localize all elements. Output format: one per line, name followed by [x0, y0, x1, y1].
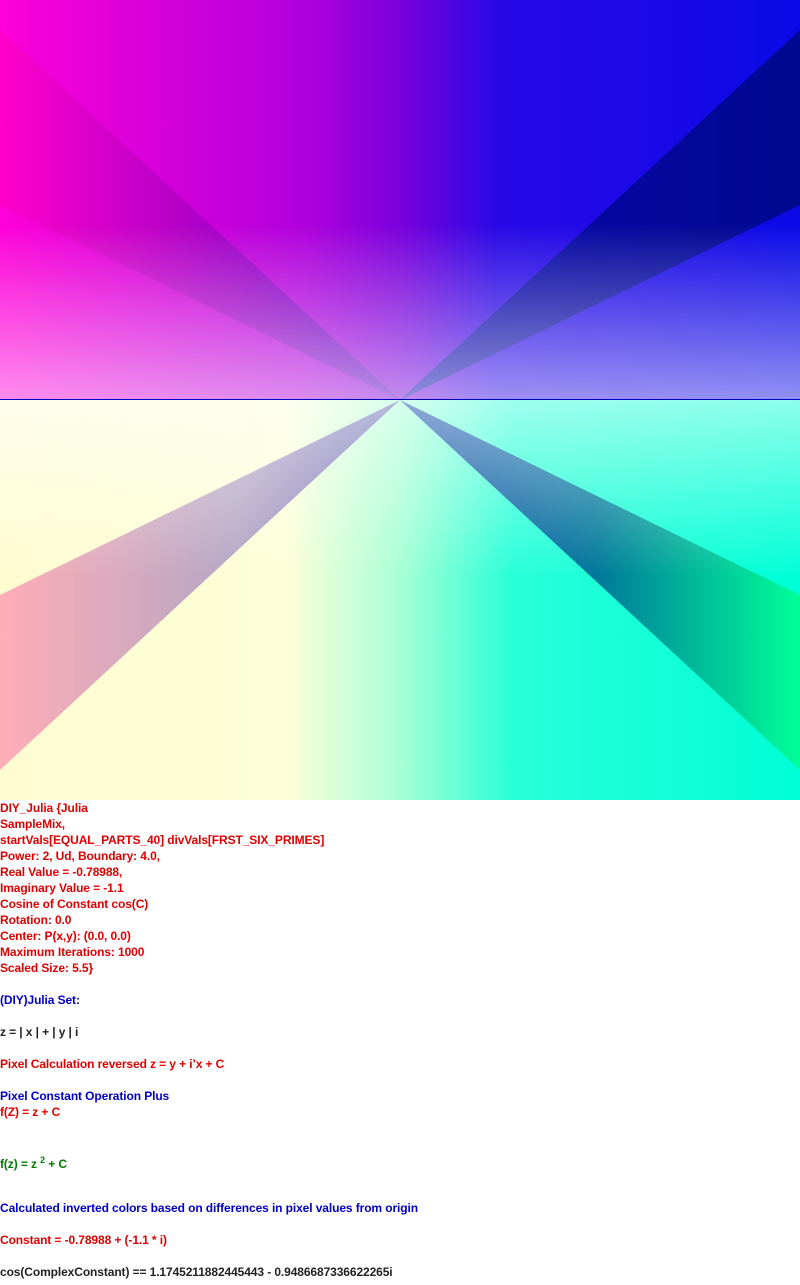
pixel-calculation: Pixel Calculation reversed z = y + i’x +… [0, 1057, 225, 1071]
info-title: DIY_Julia {Julia [0, 801, 88, 815]
info-imag: Imaginary Value = -1.1 [0, 881, 124, 895]
fz2-prefix: f(z) = z [0, 1157, 41, 1171]
info-panel: DIY_Julia {Julia SampleMix, startVals[EQ… [0, 800, 800, 1280]
info-vals: startVals[EQUAL_PARTS_40] divVals[FRST_S… [0, 833, 325, 847]
info-rotation: Rotation: 0.0 [0, 913, 72, 927]
info-scaled-size: Scaled Size: 5.5} [0, 961, 94, 975]
pixel-operation: Pixel Constant Operation Plus [0, 1089, 170, 1103]
info-sample: SampleMix, [0, 817, 66, 831]
fz2-suffix: + C [45, 1157, 67, 1171]
constant-line: Constant = -0.78988 + (-1.1 * i) [0, 1233, 167, 1247]
fz-squared-formula: f(z) = z 2 + C [0, 1155, 800, 1172]
colors-note: Calculated inverted colors based on diff… [0, 1201, 418, 1215]
cos-result: cos(ComplexConstant) == 1.17452118824454… [0, 1265, 393, 1279]
info-cosine: Cosine of Constant cos(C) [0, 897, 149, 911]
info-center: Center: P(x,y): (0.0, 0.0) [0, 929, 131, 943]
info-max-iterations: Maximum Iterations: 1000 [0, 945, 145, 959]
info-power: Power: 2, Ud, Boundary: 4.0, [0, 849, 160, 863]
fz-formula: f(Z) = z + C [0, 1105, 61, 1119]
julia-render [0, 0, 800, 800]
z-definition: z = | x | + | y | i [0, 1025, 79, 1039]
fz2-exponent: 2 [40, 1155, 46, 1165]
info-real: Real Value = -0.78988, [0, 865, 123, 879]
set-name: (DIY)Julia Set: [0, 993, 80, 1007]
